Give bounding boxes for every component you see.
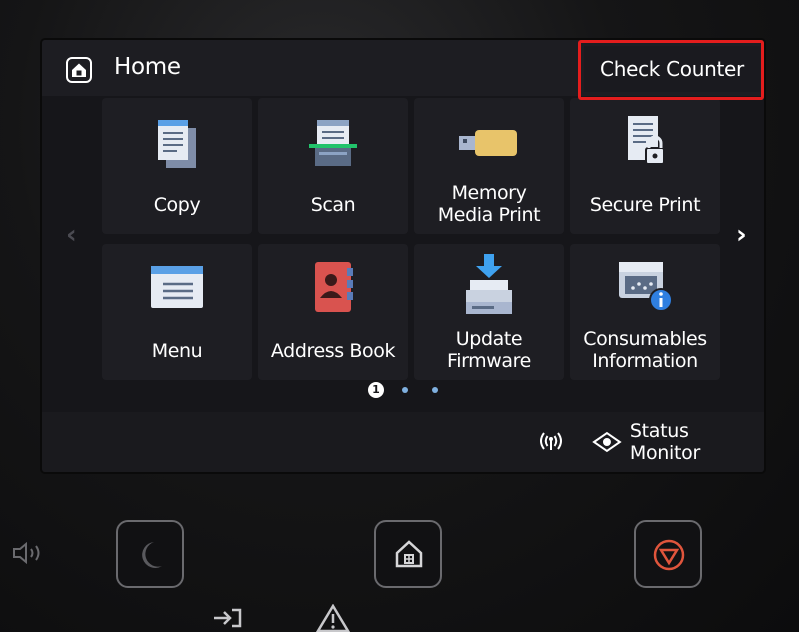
copy-icon [158, 120, 196, 168]
status-bar: Status Monitor [42, 412, 764, 472]
tile-copy[interactable]: Copy [102, 98, 252, 234]
tile-address-book[interactable]: Address Book [258, 244, 408, 380]
stop-button[interactable] [634, 520, 702, 588]
status-monitor-button[interactable]: Status Monitor [582, 412, 764, 472]
scan-icon [309, 120, 357, 166]
tile-menu[interactable]: Menu [102, 244, 252, 380]
tile-label: Secure Print [589, 194, 701, 216]
moon-icon [142, 542, 162, 568]
consumables-info-icon [619, 262, 673, 312]
tile-memory-media-print[interactable]: Memory Media Print [414, 98, 564, 234]
update-firmware-icon [466, 254, 512, 314]
tile-consumables-information[interactable]: Consumables Information [570, 244, 720, 380]
tile-scan[interactable]: Scan [258, 98, 408, 234]
home-icon [395, 540, 423, 568]
status-monitor-icon [592, 431, 622, 453]
wireless-icon [540, 432, 562, 450]
check-counter-button[interactable]: Check Counter [584, 46, 760, 92]
tile-label: Scan [310, 194, 356, 216]
page-title: Home [114, 54, 181, 80]
touch-screen: Home Check Counter Copy Scan Memory Medi… [42, 40, 764, 472]
page-dot[interactable] [432, 387, 438, 393]
home-hardware-button[interactable] [374, 520, 442, 588]
warning-icon [316, 604, 350, 632]
stop-icon [653, 539, 685, 571]
data-login-arrow-icon [214, 608, 242, 628]
menu-icon [151, 266, 203, 308]
tile-label: Memory Media Print [437, 182, 541, 226]
tile-update-firmware[interactable]: Update Firmware [414, 244, 564, 380]
header-bar: Home Check Counter [42, 40, 764, 96]
page-dot[interactable] [402, 387, 408, 393]
sleep-button[interactable] [116, 520, 184, 588]
home-icon [66, 57, 92, 83]
prev-page-arrow[interactable]: ‹ [66, 220, 77, 250]
tile-secure-print[interactable]: Secure Print [570, 98, 720, 234]
tile-label: Copy [153, 194, 201, 216]
tile-label: Consumables Information [583, 328, 707, 372]
page-dot-current[interactable]: 1 [368, 382, 384, 398]
tile-label: Address Book [270, 340, 396, 362]
usb-memory-icon [459, 130, 517, 156]
address-book-icon [315, 262, 353, 312]
tile-label: Update Firmware [447, 328, 531, 372]
function-grid: Copy Scan Memory Media Print Secure Prin… [62, 98, 728, 388]
next-page-arrow[interactable]: › [736, 220, 747, 250]
tile-label: Menu [151, 340, 203, 362]
speaker-volume-icon [13, 542, 40, 564]
secure-print-icon [628, 116, 665, 165]
